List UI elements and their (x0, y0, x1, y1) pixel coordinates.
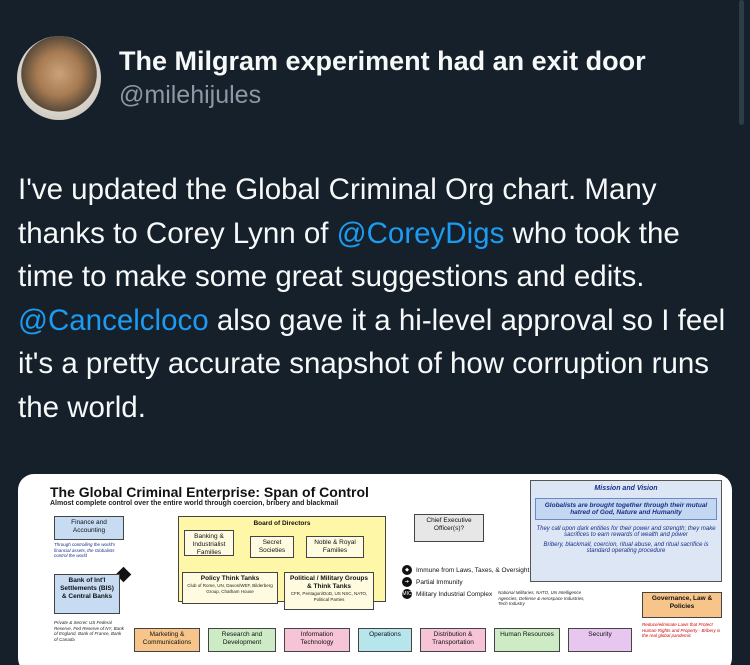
legend-item: ➔ Partial Immunity (402, 576, 529, 588)
display-name[interactable]: The Milgram experiment had an exit door (119, 44, 646, 78)
policy-note: Club of Rome, UN, Davos/WEF, Bilderberg … (187, 583, 273, 594)
noble-box: Noble & Royal Families (306, 536, 364, 558)
dept-box: Security (568, 628, 632, 652)
tweet-text: I've updated the Global Criminal Org cha… (18, 168, 730, 429)
partial-icon: ➔ (402, 577, 412, 587)
finance-box: Finance and Accounting (54, 516, 124, 540)
mention-link[interactable]: @CoreyDigs (337, 217, 505, 250)
dept-box: Research and Development (208, 628, 276, 652)
mic-icon: MIC (402, 589, 412, 599)
secret-box: Secret Societies (250, 536, 294, 558)
banking-box: Banking & Industrialist Families (184, 530, 234, 556)
legend-mic: Military Industrial Complex (416, 590, 493, 598)
mention-link[interactable]: @Cancelcloco (18, 304, 209, 337)
author-names: The Milgram experiment had an exit door … (119, 44, 646, 112)
bis-box: Bank of Int'l Settlements (BIS) & Centra… (54, 574, 120, 614)
dept-box: Human Resources (494, 628, 560, 652)
mission-main: Globalists are brought together through … (535, 498, 717, 520)
mission-line: Bribery, blackmail, coercion, ritual abu… (543, 542, 709, 554)
mission-box: Mission and Vision Globalists are brough… (530, 480, 722, 582)
mission-title: Mission and Vision (594, 485, 658, 492)
immune-icon: ◆ (402, 565, 412, 575)
dept-box: Operations (358, 628, 412, 652)
banks-list: Private & Secret: US Federal Reserve, Fe… (54, 620, 124, 642)
dept-box: Marketing & Communications (134, 628, 200, 652)
policy-box: Policy Think Tanks Club of Rome, UN, Dav… (182, 572, 278, 604)
finance-note: Through controlling the world's financia… (54, 542, 116, 558)
political-box: Political / Military Groups & Think Tank… (284, 572, 374, 610)
avatar[interactable] (17, 36, 101, 120)
policy-label: Policy Think Tanks (200, 575, 260, 582)
handle[interactable]: @milehijules (119, 78, 646, 112)
chart-title: The Global Criminal Enterprise: Span of … (50, 484, 369, 500)
legend-item: ◆ Immune from Laws, Taxes, & Oversight (402, 564, 529, 576)
legend-immune: Immune from Laws, Taxes, & Oversight (416, 566, 530, 574)
board-label: Board of Directors (253, 520, 311, 527)
dept-box: Information Technology (284, 628, 350, 652)
tweet-header: The Milgram experiment had an exit door … (17, 36, 646, 120)
mic-note: National Militaries, NATO, UN Intelligen… (498, 590, 585, 606)
chart-subtitle: Almost complete control over the entire … (50, 500, 339, 507)
governance-note: Reduce/eliminate Laws that Protect Human… (642, 622, 721, 638)
media-image[interactable]: The Global Criminal Enterprise: Span of … (18, 474, 732, 665)
legend-partial: Partial Immunity (416, 578, 463, 586)
dept-box: Distribution & Transportation (420, 628, 486, 652)
mission-line: They call upon dark entities for their p… (536, 526, 716, 538)
political-label: Political / Military Groups & Think Tank… (289, 575, 369, 590)
governance-box: Governance, Law & Policies (642, 592, 722, 618)
ceo-box: Chief Executive Officer(s)? (414, 514, 484, 542)
scrollbar[interactable] (739, 0, 744, 125)
political-note: CFR, Pentagon/DoD, US NSC, NATO, Politic… (290, 591, 368, 602)
